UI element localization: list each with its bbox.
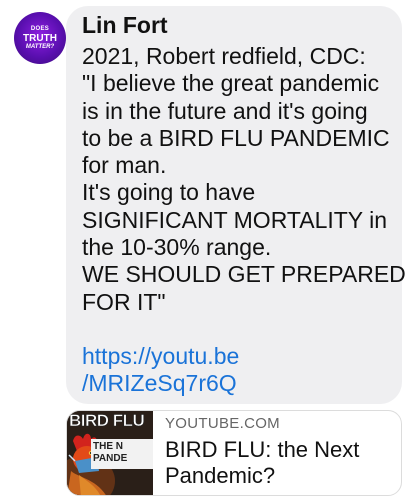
comment-body-line: 2021, Robert redfield, CDC: [82, 43, 366, 69]
thumbnail-title: BIRD FLU [69, 411, 145, 430]
preview-title[interactable]: BIRD FLU: the Next Pandemic? [165, 437, 395, 489]
avatar[interactable]: DOES TRUTH MATTER? [14, 12, 66, 64]
video-thumbnail[interactable]: THE N PANDE BIRD FLU [67, 411, 153, 495]
youtube-link-line[interactable]: /MRIZeSq7r6Q [82, 370, 239, 397]
youtube-link-line[interactable]: https://youtu.be [82, 343, 239, 370]
preview-title-line: Pandemic? [165, 463, 276, 488]
link-preview-card[interactable]: THE N PANDE BIRD FLU YOUTUBE.COM BIRD FL… [66, 410, 402, 496]
preview-title-line: BIRD FLU: the Next [165, 437, 360, 462]
comment-body-line: for man. [82, 152, 167, 179]
comment-body-line: WE SHOULD GET PREPARED [82, 261, 406, 288]
comment-body-line: SIGNIFICANT MORTALITY in [82, 206, 388, 233]
thumbnail-caption: THE N PANDE [93, 441, 127, 465]
comment-body-line: to be a BIRD FLU PANDEMIC [82, 124, 390, 151]
comment-body: 2021, Robert redfield, CDC: "I believe t… [82, 43, 406, 316]
comment-body-line: the 10-30% range. [82, 234, 272, 261]
thumbnail-caption-line: PANDE [93, 453, 128, 464]
avatar-logo: DOES TRUTH MATTER? [14, 12, 66, 64]
comment-body-line: FOR IT" [82, 288, 166, 315]
preview-domain: YOUTUBE.COM [165, 415, 280, 432]
youtube-link[interactable]: https://youtu.be /MRIZeSq7r6Q [82, 343, 239, 398]
comment-body-line: "I believe the great pandemic [82, 70, 380, 97]
thumbnail-caption-line: THE N [93, 441, 123, 452]
avatar-text-line3: MATTER? [25, 43, 55, 50]
comment-body-line: is in the future and it's going [82, 97, 368, 124]
avatar-text-line2: TRUTH [23, 32, 57, 44]
avatar-text-line1: DOES [30, 25, 50, 32]
comment-author[interactable]: Lin Fort [82, 11, 168, 39]
comment-view: DOES TRUTH MATTER? Lin Fort 2021, Robert… [0, 0, 416, 500]
comment-body-line: It's going to have [82, 179, 256, 206]
